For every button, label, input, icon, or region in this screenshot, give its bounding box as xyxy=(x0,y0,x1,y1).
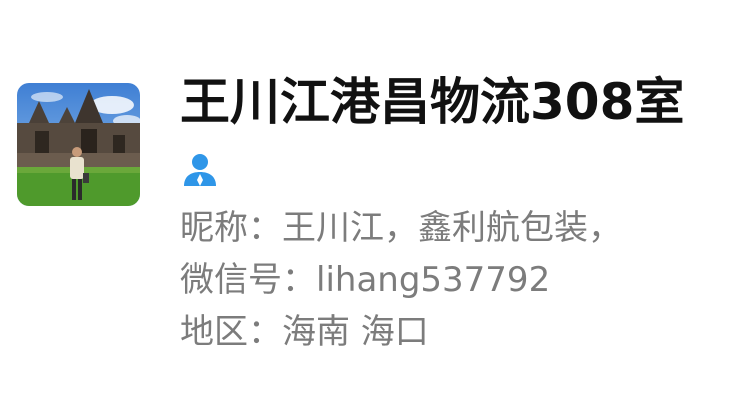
region-label: 地区： xyxy=(180,312,282,352)
wechat-id-label: 微信号： xyxy=(180,260,316,300)
person-icon xyxy=(180,150,220,190)
region-value: 海南 海口 xyxy=(282,312,429,352)
avatar[interactable] xyxy=(17,83,140,206)
nickname-row: 昵称：王川江，鑫利航包装， xyxy=(180,205,622,251)
wechat-id-row: 微信号：lihang537792 xyxy=(180,257,550,303)
nickname-value: 王川江，鑫利航包装， xyxy=(282,208,622,248)
wechat-id-value: lihang537792 xyxy=(316,260,551,300)
region-row: 地区：海南 海口 xyxy=(180,309,429,355)
nickname-label: 昵称： xyxy=(180,208,282,248)
avatar-photo xyxy=(17,83,140,206)
contact-profile-card: 王川江港昌物流308室 昵称：王川江，鑫利航包装， 微信号：lihang5377… xyxy=(0,0,750,401)
contact-display-name: 王川江港昌物流308室 xyxy=(180,73,685,131)
